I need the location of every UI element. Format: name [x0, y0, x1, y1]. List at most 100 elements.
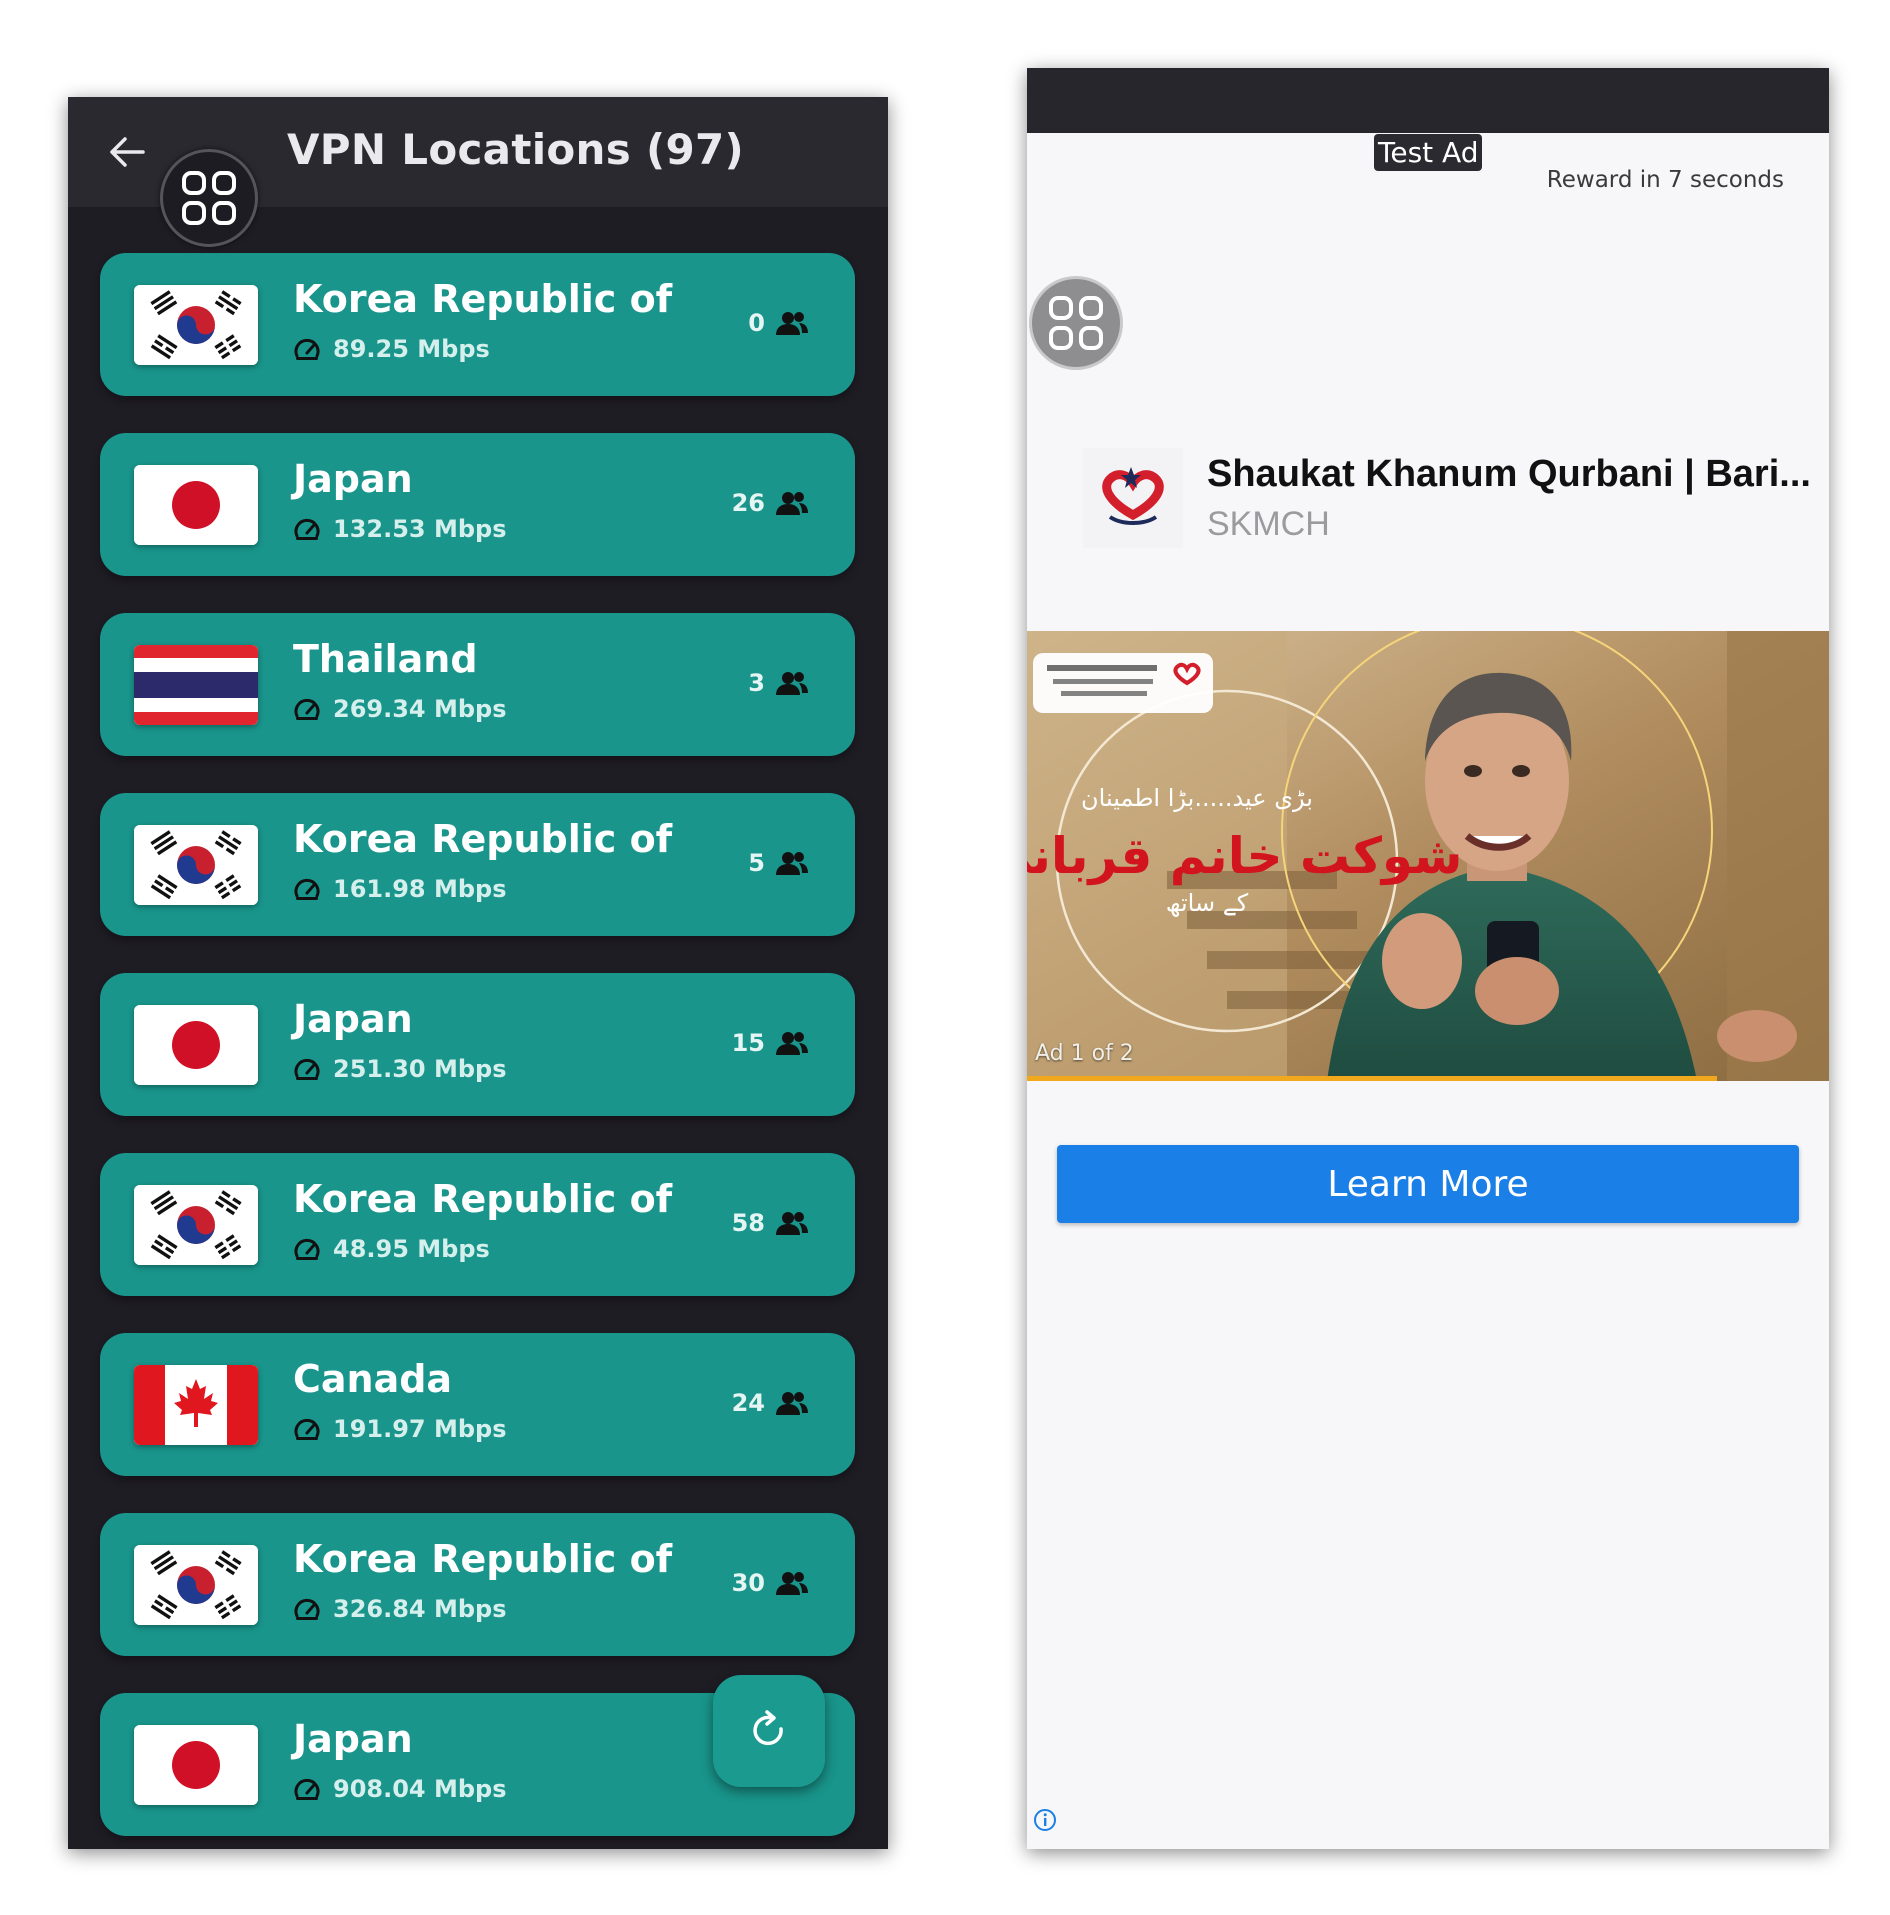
users-count: 5: [748, 849, 765, 877]
flag-icon-korea: [134, 825, 258, 905]
flag-icon-japan: [134, 465, 258, 545]
speed-row: 326.84 Mbps: [293, 1595, 507, 1623]
server-card[interactable]: Korea Republic of 326.84 Mbps 30: [100, 1513, 855, 1656]
users-indicator: 30: [732, 1569, 809, 1597]
flag-icon-thailand: [134, 645, 258, 725]
users-icon: [776, 1032, 808, 1055]
server-country: Korea Republic of: [293, 1177, 673, 1221]
users-indicator: 58: [732, 1209, 809, 1237]
users-indicator: 26: [732, 489, 809, 517]
users-count: 30: [731, 1569, 765, 1597]
server-country: Japan: [293, 457, 413, 501]
users-indicator: 0: [748, 309, 809, 337]
users-icon: [776, 1392, 808, 1415]
speedometer-icon: [294, 698, 320, 720]
speedometer-icon: [294, 518, 320, 540]
server-country: Canada: [293, 1357, 453, 1401]
users-count: 58: [731, 1209, 765, 1237]
page-title: VPN Locations (97): [287, 125, 745, 174]
server-country: Japan: [293, 997, 413, 1041]
ad-urdu-tagline: بڑی عید.....بڑا اطمینان: [1081, 784, 1313, 812]
users-count: 3: [748, 669, 765, 697]
server-speed: 161.98 Mbps: [333, 875, 507, 903]
server-country: Korea Republic of: [293, 1537, 673, 1581]
speed-row: 161.98 Mbps: [293, 875, 507, 903]
speed-row: 89.25 Mbps: [293, 335, 490, 363]
speedometer-icon: [294, 1778, 320, 1800]
ad-headline[interactable]: Shaukat Khanum Qurbani | Bari...: [1207, 453, 1811, 496]
server-speed: 132.53 Mbps: [333, 515, 507, 543]
users-icon: [776, 672, 808, 695]
server-country: Japan: [293, 1717, 413, 1761]
server-speed: 269.34 Mbps: [333, 695, 507, 723]
ad-urdu-subline: کے ساتھ: [1166, 889, 1249, 917]
users-icon: [776, 312, 808, 335]
server-country: Thailand: [293, 637, 478, 681]
server-country: Korea Republic of: [293, 817, 673, 861]
users-icon: [776, 492, 808, 515]
server-list: Korea Republic of 89.25 Mbps 0 Japan 132…: [100, 253, 855, 1849]
server-speed: 908.04 Mbps: [333, 1775, 507, 1803]
refresh-icon: [753, 1710, 783, 1746]
server-speed: 48.95 Mbps: [333, 1235, 490, 1263]
speedometer-icon: [294, 1418, 320, 1440]
floating-launcher-icon[interactable]: [160, 149, 258, 247]
flag-icon-japan: [134, 1005, 258, 1085]
learn-more-button[interactable]: Learn More: [1057, 1145, 1799, 1223]
server-card[interactable]: Japan 132.53 Mbps 26: [100, 433, 855, 576]
ad-advertiser-name: SKMCH: [1207, 505, 1330, 543]
ad-image: بڑی عید.....بڑا اطمینان شوکت خانم قربانی…: [1027, 631, 1829, 1081]
users-indicator: 15: [732, 1029, 809, 1057]
users-indicator: 3: [748, 669, 809, 697]
users-count: 0: [748, 309, 765, 337]
server-card[interactable]: Korea Republic of 89.25 Mbps 0: [100, 253, 855, 396]
users-icon: [776, 1572, 808, 1595]
server-speed: 191.97 Mbps: [333, 1415, 507, 1443]
refresh-button[interactable]: [713, 1675, 825, 1787]
server-card[interactable]: Japan 251.30 Mbps 15: [100, 973, 855, 1116]
advertiser-logo[interactable]: [1083, 448, 1183, 548]
server-card[interactable]: Canada 191.97 Mbps 24: [100, 1333, 855, 1476]
server-speed: 89.25 Mbps: [333, 335, 490, 363]
server-speed: 251.30 Mbps: [333, 1055, 507, 1083]
server-card[interactable]: Thailand 269.34 Mbps 3: [100, 613, 855, 756]
flag-icon-korea: [134, 285, 258, 365]
speedometer-icon: [294, 878, 320, 900]
speed-row: 48.95 Mbps: [293, 1235, 490, 1263]
test-ad-badge: Test Ad: [1374, 134, 1483, 171]
users-indicator: 24: [732, 1389, 809, 1417]
flag-icon-japan: [134, 1725, 258, 1805]
server-country: Korea Republic of: [293, 277, 673, 321]
ad-urdu-headline: شوکت خانم قربانی: [1027, 827, 1462, 886]
speed-row: 251.30 Mbps: [293, 1055, 507, 1083]
users-icon: [776, 1212, 808, 1235]
floating-launcher-icon[interactable]: [1029, 276, 1123, 370]
users-count: 26: [731, 489, 765, 517]
flag-icon-korea: [134, 1185, 258, 1265]
users-indicator: 5: [748, 849, 809, 877]
users-count: 15: [731, 1029, 765, 1057]
speedometer-icon: [294, 1238, 320, 1260]
server-card[interactable]: Korea Republic of 161.98 Mbps 5: [100, 793, 855, 936]
reward-countdown: Reward in 7 seconds: [1546, 167, 1784, 193]
ad-info-icon[interactable]: [1033, 1808, 1057, 1832]
ad-counter: Ad 1 of 2: [1035, 1041, 1134, 1066]
speedometer-icon: [294, 1058, 320, 1080]
users-count: 24: [731, 1389, 765, 1417]
speed-row: 908.04 Mbps: [293, 1775, 507, 1803]
server-card[interactable]: Korea Republic of 48.95 Mbps 58: [100, 1153, 855, 1296]
flag-icon-korea: [134, 1545, 258, 1625]
speedometer-icon: [294, 338, 320, 360]
users-icon: [776, 852, 808, 875]
ad-media[interactable]: بڑی عید.....بڑا اطمینان شوکت خانم قربانی…: [1027, 631, 1829, 1081]
vpn-locations-screen: VPN Locations (97) Korea Republic of 89.…: [68, 97, 888, 1849]
speed-row: 269.34 Mbps: [293, 695, 507, 723]
ad-top-bar: [1027, 68, 1829, 133]
flag-icon-canada: [134, 1365, 258, 1445]
speed-row: 191.97 Mbps: [293, 1415, 507, 1443]
server-speed: 326.84 Mbps: [333, 1595, 507, 1623]
speedometer-icon: [294, 1598, 320, 1620]
back-arrow-icon[interactable]: [102, 127, 152, 177]
speed-row: 132.53 Mbps: [293, 515, 507, 543]
rewarded-ad-screen: Test Ad Reward in 7 seconds Shaukat Khan…: [1027, 68, 1829, 1849]
